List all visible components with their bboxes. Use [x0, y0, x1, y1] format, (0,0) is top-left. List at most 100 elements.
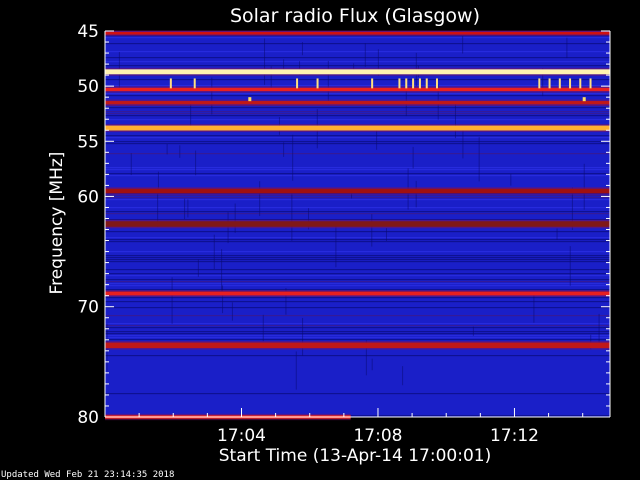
burst-mark-12	[548, 78, 551, 89]
band-6	[105, 221, 610, 227]
noise-streak	[187, 199, 189, 218]
burst-mark-5	[398, 78, 401, 89]
noise-row	[105, 285, 610, 287]
noise-row	[105, 339, 610, 341]
noise-row	[105, 211, 610, 213]
burst-dot-1	[582, 97, 586, 102]
burst-mark-6	[405, 78, 408, 89]
noise-row	[105, 231, 610, 233]
noise-row	[105, 153, 610, 155]
noise-row	[105, 261, 610, 263]
noise-row	[105, 239, 610, 241]
noise-row	[105, 255, 610, 257]
noise-streak	[412, 146, 414, 169]
noise-row	[105, 355, 610, 357]
noise-streak	[371, 358, 373, 371]
noise-row	[105, 199, 610, 201]
noise-row	[105, 335, 610, 337]
noise-streak	[171, 277, 173, 324]
noise-row	[105, 169, 610, 171]
noise-row	[105, 173, 610, 175]
noise-row	[105, 61, 610, 63]
burst-mark-1	[193, 78, 196, 89]
updated-timestamp: Updated Wed Feb 21 23:14:35 2018	[1, 470, 174, 480]
noise-streak	[472, 326, 474, 336]
band-8	[105, 342, 610, 349]
band-2	[105, 87, 610, 92]
noise-row	[105, 51, 610, 53]
y-axis-label: Frequency [MHz]	[47, 152, 67, 295]
noise-streak	[157, 171, 159, 189]
noise-row	[105, 195, 610, 197]
noise-streak	[184, 198, 186, 220]
noise-streak	[221, 249, 223, 293]
burst-mark-16	[589, 78, 592, 89]
noise-streak	[569, 246, 571, 286]
noise-streak	[213, 234, 215, 270]
noise-streak	[130, 153, 132, 176]
x-tick-label: 17:04	[217, 426, 266, 446]
noise-row	[105, 85, 610, 87]
noise-row	[105, 207, 610, 209]
noise-row	[105, 281, 610, 283]
noise-row	[105, 93, 610, 95]
noise-row	[105, 167, 610, 169]
noise-streak	[302, 317, 304, 356]
noise-streak	[222, 285, 224, 314]
noise-row	[105, 257, 610, 259]
noise-streak	[283, 142, 285, 157]
spectrogram-chart: Solar radio Flux (Glasgow) 45 50 55 60 70 80 1…	[0, 0, 640, 480]
noise-streak	[402, 366, 404, 386]
y-tick-label: 70	[77, 298, 99, 318]
noise-row	[105, 269, 610, 271]
noise-row	[105, 259, 610, 261]
x-tick-label: 17:12	[490, 426, 539, 446]
noise-row	[105, 323, 610, 325]
plot-area	[105, 30, 610, 421]
noise-streak	[364, 43, 366, 67]
noise-streak	[211, 77, 213, 115]
noise-streak	[335, 223, 337, 268]
chart-title: Solar radio Flux (Glasgow)	[230, 5, 480, 27]
y-tick-label: 45	[77, 22, 99, 42]
noise-row	[105, 289, 610, 291]
burst-mark-10	[435, 78, 438, 89]
noise-row	[105, 135, 610, 137]
noise-streak	[478, 137, 480, 182]
noise-streak	[264, 38, 266, 85]
noise-row	[105, 241, 610, 243]
noise-streak	[179, 145, 181, 158]
noise-row	[105, 273, 610, 275]
burst-mark-11	[538, 78, 541, 89]
noise-row	[105, 333, 610, 335]
noise-row	[105, 37, 610, 39]
band-7	[105, 291, 610, 296]
band-1	[105, 69, 610, 75]
y-tick-label: 60	[77, 187, 99, 207]
noise-row	[105, 141, 610, 143]
noise-streak	[327, 60, 329, 105]
noise-row	[105, 107, 610, 109]
burst-mark-7	[412, 78, 415, 89]
noise-row	[105, 325, 610, 327]
noise-streak	[262, 314, 264, 342]
noise-row	[105, 283, 610, 285]
noise-row	[105, 111, 610, 113]
burst-mark-9	[425, 78, 428, 89]
noise-streak	[234, 203, 236, 233]
burst-mark-14	[569, 78, 572, 89]
noise-row	[105, 43, 610, 45]
burst-mark-4	[371, 78, 374, 89]
band-5	[105, 188, 610, 194]
noise-streak	[385, 228, 387, 241]
noise-row	[105, 65, 610, 67]
noise-row	[105, 331, 610, 333]
burst-mark-8	[418, 78, 421, 89]
noise-streak	[231, 302, 233, 321]
noise-streak	[510, 174, 512, 186]
noise-row	[105, 213, 610, 215]
x-tick-label: 17:08	[353, 426, 402, 446]
noise-row	[105, 327, 610, 329]
noise-row	[105, 237, 610, 239]
noise-row	[105, 95, 610, 97]
